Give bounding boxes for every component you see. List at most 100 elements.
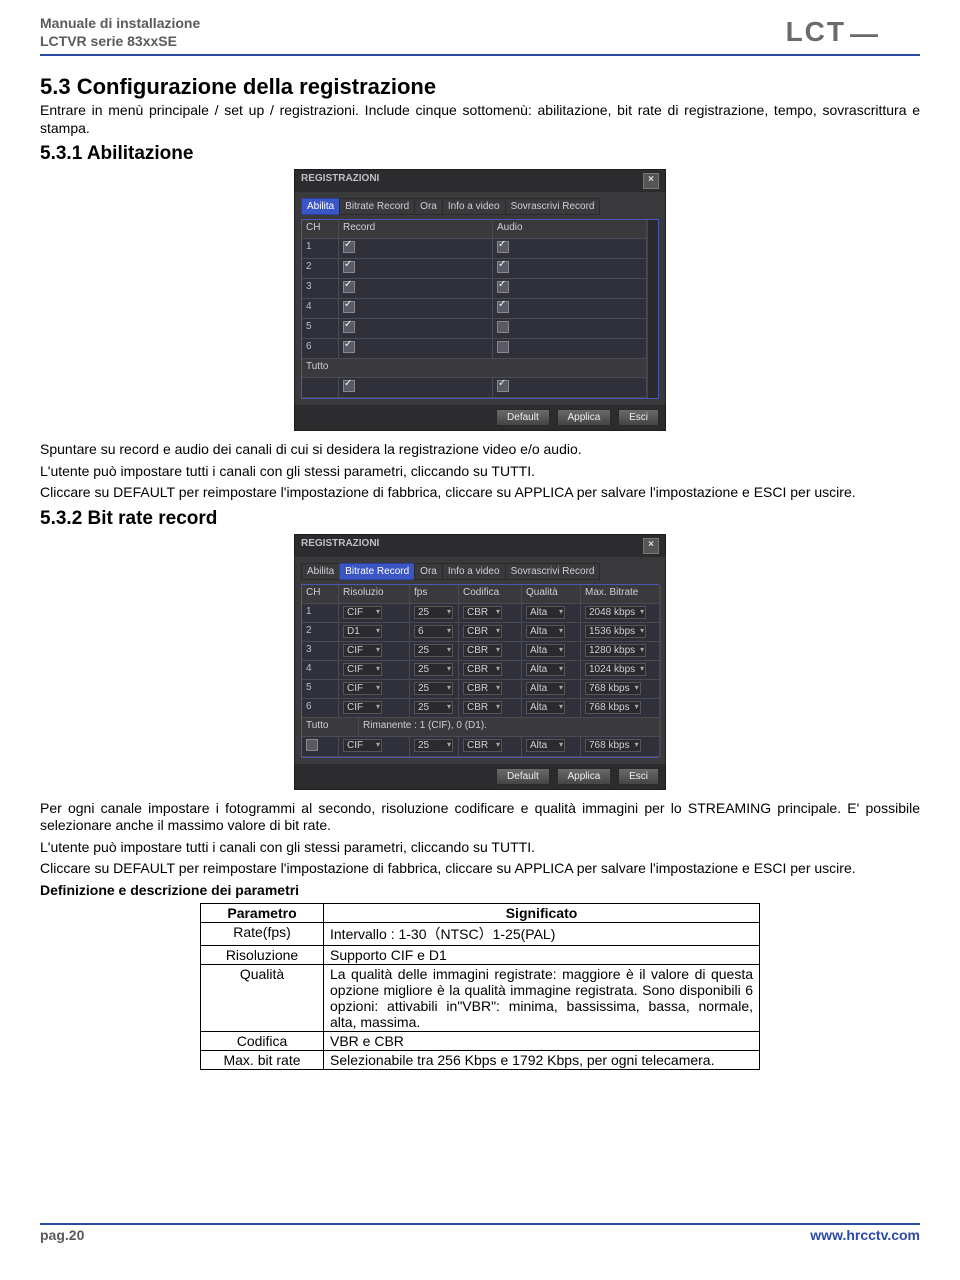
checkbox-audio[interactable] — [497, 261, 509, 273]
col-ch: CH — [302, 220, 339, 239]
checkbox-audio[interactable] — [497, 341, 509, 353]
tab-ora[interactable]: Ora — [414, 198, 443, 215]
tab-sovrascrivi[interactable]: Sovrascrivi Record — [505, 198, 601, 215]
cell-ch: 4 — [302, 661, 339, 680]
checkbox-record[interactable] — [343, 321, 355, 333]
sel-q[interactable]: Alta — [526, 644, 565, 657]
sel-cod[interactable]: CBR — [463, 663, 502, 676]
sel-all-mb[interactable]: 768 kbps — [585, 739, 641, 752]
sel-fps[interactable]: 25 — [414, 701, 453, 714]
abilitazione-dialog: REGISTRAZIONI × AbilitaBitrate RecordOra… — [294, 169, 666, 431]
sel-all-res[interactable]: CIF — [343, 739, 382, 752]
sel-fps[interactable]: 6 — [414, 625, 453, 638]
esci-button[interactable]: Esci — [618, 409, 659, 426]
sel-mb[interactable]: 768 kbps — [585, 682, 641, 695]
checkbox-audio[interactable] — [497, 301, 509, 313]
sel-all-fps[interactable]: 25 — [414, 739, 453, 752]
logo: LCT— — [786, 16, 920, 50]
param-row: Risoluzione Supporto CIF e D1 — [201, 946, 760, 965]
checkbox-all[interactable] — [306, 739, 318, 751]
applica-button[interactable]: Applica — [557, 409, 612, 426]
tab-bitrate[interactable]: Bitrate Record — [339, 198, 415, 215]
tab-bitrate[interactable]: Bitrate Record — [339, 563, 415, 580]
close-icon[interactable]: × — [643, 538, 659, 554]
checkbox-all-record[interactable] — [343, 380, 355, 392]
checkbox-record[interactable] — [343, 341, 355, 353]
sel-fps[interactable]: 25 — [414, 644, 453, 657]
cell-ch: 3 — [302, 642, 339, 661]
checkbox-audio[interactable] — [497, 241, 509, 253]
cell-ch: 1 — [302, 604, 339, 623]
tab-abilita[interactable]: Abilita — [301, 198, 340, 215]
sel-mb[interactable]: 1280 kbps — [585, 644, 646, 657]
tab-sovrascrivi[interactable]: Sovrascrivi Record — [505, 563, 601, 580]
col-ch: CH — [302, 585, 339, 604]
dialog-title: REGISTRAZIONI — [301, 538, 379, 554]
col-q: Qualità — [522, 585, 581, 604]
s532-p2: L'utente può impostare tutti i canali co… — [40, 839, 920, 857]
default-button[interactable]: Default — [496, 768, 550, 785]
table-row: 2 D1 6 CBR Alta 1536 kbps — [302, 623, 660, 642]
sel-q[interactable]: Alta — [526, 701, 565, 714]
param-desc: La qualità delle immagini registrate: ma… — [324, 965, 760, 1032]
section-5-3-1: 5.3.1 Abilitazione — [40, 143, 920, 165]
sel-cod[interactable]: CBR — [463, 606, 502, 619]
cell-ch: 6 — [302, 699, 339, 718]
checkbox-all-audio[interactable] — [497, 380, 509, 392]
manual-title: Manuale di installazione — [40, 15, 200, 33]
sel-mb[interactable]: 1024 kbps — [585, 663, 646, 676]
tutto-label: Tutto — [302, 718, 359, 737]
tab-info[interactable]: Info a video — [442, 563, 506, 580]
scrollbar[interactable] — [647, 220, 658, 398]
checkbox-audio[interactable] — [497, 321, 509, 333]
series-title: LCTVR serie 83xxSE — [40, 33, 200, 51]
sel-cod[interactable]: CBR — [463, 644, 502, 657]
sel-mb[interactable]: 1536 kbps — [585, 625, 646, 638]
checkbox-record[interactable] — [343, 261, 355, 273]
checkbox-record[interactable] — [343, 241, 355, 253]
checkbox-record[interactable] — [343, 301, 355, 313]
applica-button[interactable]: Applica — [557, 768, 612, 785]
section-5-3-2: 5.3.2 Bit rate record — [40, 508, 920, 530]
cell-ch: 3 — [302, 279, 339, 299]
scrollbar[interactable] — [660, 585, 661, 757]
doc-header: Manuale di installazione LCTVR serie 83x… — [40, 15, 920, 50]
checkbox-record[interactable] — [343, 281, 355, 293]
sel-fps[interactable]: 25 — [414, 682, 453, 695]
sel-cod[interactable]: CBR — [463, 701, 502, 714]
sel-res[interactable]: CIF — [343, 644, 382, 657]
sel-q[interactable]: Alta — [526, 606, 565, 619]
default-button[interactable]: Default — [496, 409, 550, 426]
header-rule — [40, 54, 920, 56]
sel-q[interactable]: Alta — [526, 682, 565, 695]
s532-p1: Per ogni canale impostare i fotogrammi a… — [40, 800, 920, 835]
sel-res[interactable]: CIF — [343, 701, 382, 714]
sel-mb[interactable]: 2048 kbps — [585, 606, 646, 619]
checkbox-audio[interactable] — [497, 281, 509, 293]
tab-info[interactable]: Info a video — [442, 198, 506, 215]
sel-all-q[interactable]: Alta — [526, 739, 565, 752]
sel-mb[interactable]: 768 kbps — [585, 701, 641, 714]
col-cod: Codifica — [459, 585, 522, 604]
section-5-3-intro: Entrare in menù principale / set up / re… — [40, 102, 920, 137]
col-mb: Max. Bitrate — [581, 585, 660, 604]
sel-res[interactable]: CIF — [343, 606, 382, 619]
param-row: Max. bit rate Selezionabile tra 256 Kbps… — [201, 1051, 760, 1070]
close-icon[interactable]: × — [643, 173, 659, 189]
sel-res[interactable]: CIF — [343, 663, 382, 676]
sel-fps[interactable]: 25 — [414, 663, 453, 676]
esci-button[interactable]: Esci — [618, 768, 659, 785]
cell-ch: 6 — [302, 339, 339, 359]
sel-fps[interactable]: 25 — [414, 606, 453, 619]
sel-q[interactable]: Alta — [526, 663, 565, 676]
sel-res[interactable]: D1 — [343, 625, 382, 638]
sel-cod[interactable]: CBR — [463, 682, 502, 695]
sel-cod[interactable]: CBR — [463, 625, 502, 638]
col-audio: Audio — [493, 220, 647, 239]
sel-all-cod[interactable]: CBR — [463, 739, 502, 752]
sel-res[interactable]: CIF — [343, 682, 382, 695]
tab-ora[interactable]: Ora — [414, 563, 443, 580]
cell-ch: 5 — [302, 680, 339, 699]
sel-q[interactable]: Alta — [526, 625, 565, 638]
tab-abilita[interactable]: Abilita — [301, 563, 340, 580]
